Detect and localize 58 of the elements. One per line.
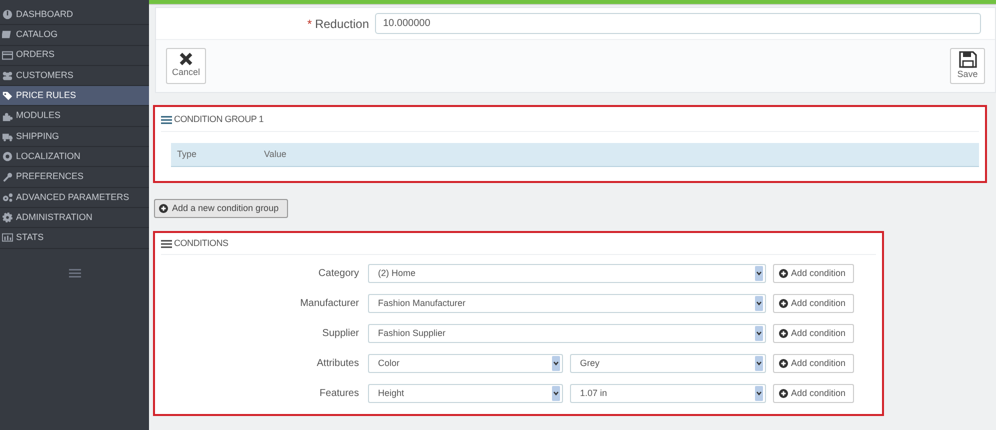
field-label: Reduction xyxy=(314,16,369,32)
wrench-icon xyxy=(2,172,13,183)
chevron-down-icon xyxy=(755,266,763,281)
add-condition-button[interactable]: Add condition xyxy=(773,264,854,283)
sidebar-item[interactable]: ORDERS xyxy=(0,46,149,66)
chevron-down-icon xyxy=(755,356,763,371)
dropdown[interactable]: Fashion Supplier xyxy=(368,324,766,343)
book-icon xyxy=(2,29,13,40)
close-icon xyxy=(179,52,193,66)
puzzle-icon xyxy=(2,110,13,122)
field-label: Features xyxy=(320,388,359,399)
chevron-down-icon xyxy=(755,326,763,341)
dropdown[interactable]: 1.07 in xyxy=(570,384,766,403)
menu-icon[interactable] xyxy=(68,268,80,278)
plus-circle-icon xyxy=(779,329,788,338)
list-icon xyxy=(161,116,172,124)
globe-icon xyxy=(2,151,13,162)
field-label: Category xyxy=(318,268,359,279)
column-header: Type xyxy=(177,148,198,161)
gear-icon xyxy=(2,212,13,224)
add-condition-button[interactable]: Add condition xyxy=(773,354,854,373)
list-icon xyxy=(161,240,172,248)
plus-circle-icon xyxy=(779,269,788,278)
dropdown[interactable]: Color xyxy=(368,354,563,373)
panel-title: CONDITIONS xyxy=(174,236,228,250)
chevron-down-icon xyxy=(755,296,763,311)
add-group-button[interactable]: Add a new condition group xyxy=(154,199,288,218)
users-icon xyxy=(2,70,13,82)
field-label: Supplier xyxy=(322,328,359,339)
chevron-down-icon xyxy=(552,386,560,401)
bar-chart-icon xyxy=(2,232,13,244)
panel-title: CONDITION GROUP 1 xyxy=(174,113,264,126)
dropdown[interactable]: Grey xyxy=(570,354,766,373)
plus-circle-icon xyxy=(779,299,788,308)
sidebar-item[interactable]: ADVANCED PARAMETERS xyxy=(0,188,149,208)
required-mark: * xyxy=(307,16,312,32)
dropdown[interactable]: (2) Home xyxy=(368,264,766,283)
dropdown[interactable]: Fashion Manufacturer xyxy=(368,294,766,313)
sidebar-item[interactable]: PRICE RULES xyxy=(0,86,149,106)
field-label: Manufacturer xyxy=(300,298,359,309)
add-condition-button[interactable]: Add condition xyxy=(773,324,854,343)
field-label: Attributes xyxy=(316,358,359,369)
reduction-field[interactable]: 10.000000 xyxy=(375,13,981,34)
plus-circle-icon xyxy=(779,359,788,368)
chevron-down-icon xyxy=(755,386,763,401)
plus-circle-icon xyxy=(779,389,788,398)
column-header: Value xyxy=(264,148,286,161)
cancel-button[interactable]: Cancel xyxy=(166,48,206,84)
dashboard-icon xyxy=(2,9,13,20)
tag-icon xyxy=(2,90,13,102)
save-button[interactable]: Save xyxy=(950,48,985,84)
plus-circle-icon xyxy=(159,204,168,213)
chevron-down-icon xyxy=(552,356,560,371)
add-condition-button[interactable]: Add condition xyxy=(773,384,854,403)
gears-icon xyxy=(2,192,13,203)
add-condition-button[interactable]: Add condition xyxy=(773,294,854,313)
credit-card-icon xyxy=(2,50,13,61)
dropdown[interactable]: Height xyxy=(368,384,563,403)
